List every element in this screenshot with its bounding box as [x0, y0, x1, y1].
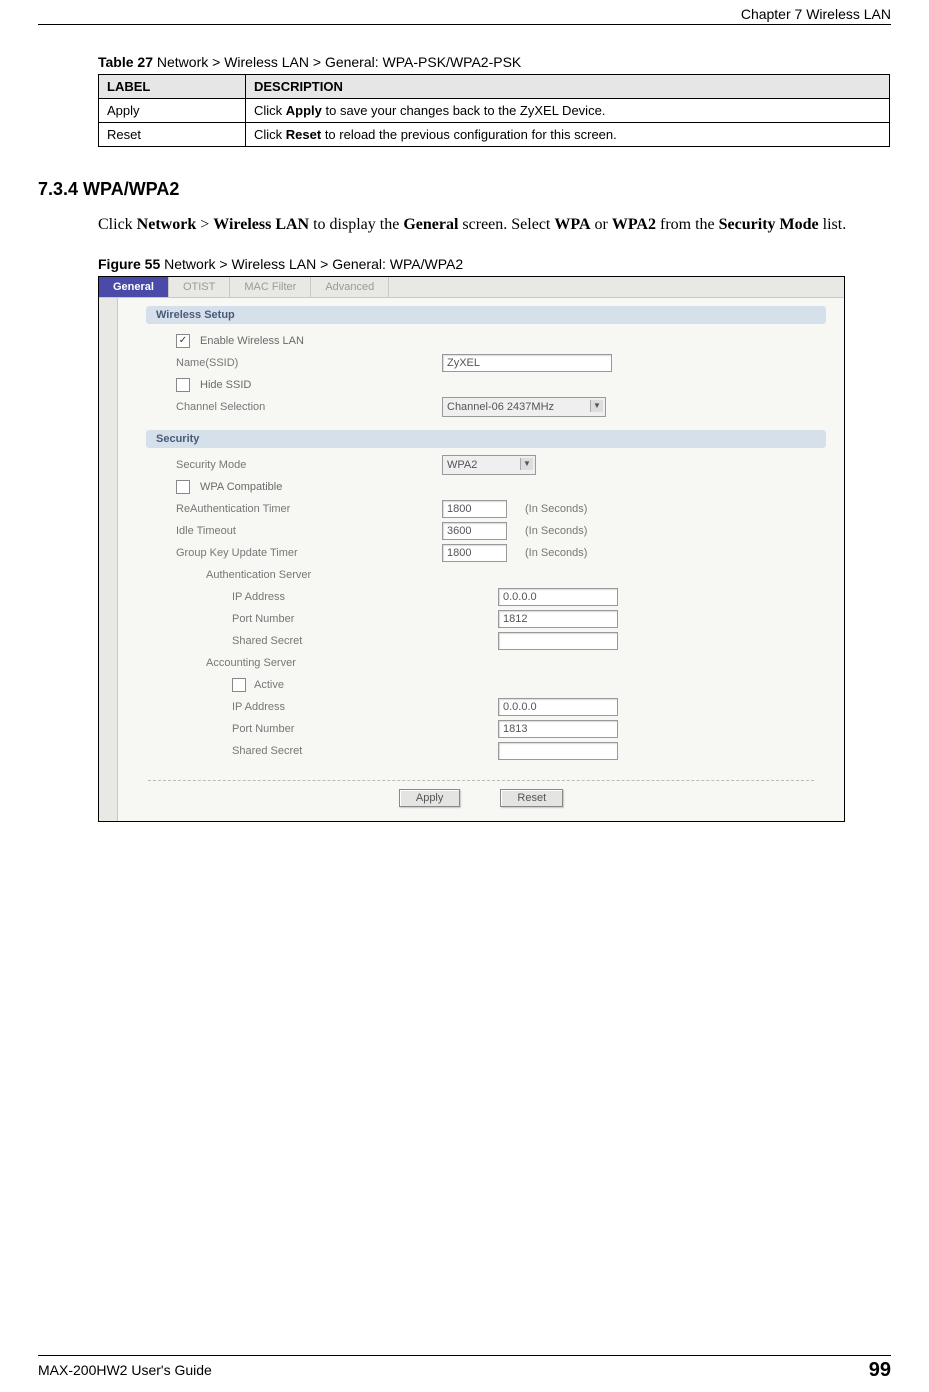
- label-reauth-timer: ReAuthentication Timer: [176, 503, 436, 515]
- select-security-mode[interactable]: WPA2: [442, 455, 536, 475]
- table-row: Reset Click Reset to reload the previous…: [99, 123, 890, 147]
- suffix-idle: (In Seconds): [525, 525, 587, 537]
- section-security: Security: [146, 430, 826, 448]
- table-27-head-label: LABEL: [99, 75, 246, 99]
- label-group-key-timer: Group Key Update Timer: [176, 547, 436, 559]
- tab-mac-filter[interactable]: MAC Filter: [230, 277, 311, 297]
- table-cell-label: Reset: [99, 123, 246, 147]
- checkbox-acct-active[interactable]: [232, 678, 246, 692]
- tab-general[interactable]: General: [99, 277, 169, 297]
- input-idle-timeout[interactable]: 3600: [442, 522, 507, 540]
- table-27-caption: Table 27 Network > Wireless LAN > Genera…: [98, 54, 889, 70]
- chapter-header: Chapter 7 Wireless LAN: [741, 6, 891, 22]
- input-auth-port[interactable]: 1812: [498, 610, 618, 628]
- label-channel: Channel Selection: [176, 401, 436, 413]
- input-ssid[interactable]: ZyXEL: [442, 354, 612, 372]
- label-acct-server: Accounting Server: [176, 657, 466, 669]
- figure-55-screenshot: General OTIST MAC Filter Advanced Wirele…: [98, 276, 845, 822]
- table-27: LABEL DESCRIPTION Apply Click Apply to s…: [98, 74, 890, 147]
- footer-rule: [38, 1355, 891, 1356]
- label-auth-port: Port Number: [176, 613, 492, 625]
- figure-55-caption: Figure 55 Network > Wireless LAN > Gener…: [98, 256, 889, 272]
- figure-55-caption-text: Network > Wireless LAN > General: WPA/WP…: [160, 256, 463, 272]
- input-auth-secret[interactable]: [498, 632, 618, 650]
- label-acct-active: Active: [254, 679, 284, 691]
- table-27-caption-text: Network > Wireless LAN > General: WPA-PS…: [153, 54, 521, 70]
- table-cell-label: Apply: [99, 99, 246, 123]
- footer-guide-name: MAX-200HW2 User's Guide: [38, 1362, 212, 1378]
- label-wpa-compatible: WPA Compatible: [200, 481, 282, 493]
- input-acct-ip[interactable]: 0.0.0.0: [498, 698, 618, 716]
- input-group-key-timer[interactable]: 1800: [442, 544, 507, 562]
- sidebar-stub: [99, 298, 118, 821]
- label-hide-ssid: Hide SSID: [200, 379, 251, 391]
- header-rule: [38, 24, 891, 25]
- label-auth-secret: Shared Secret: [176, 635, 492, 647]
- tab-bar: General OTIST MAC Filter Advanced: [99, 277, 844, 298]
- checkbox-enable-wlan[interactable]: ✓: [176, 334, 190, 348]
- table-27-caption-bold: Table 27: [98, 54, 153, 70]
- section-paragraph: Click Network > Wireless LAN to display …: [98, 214, 889, 236]
- table-27-head-desc: DESCRIPTION: [246, 75, 890, 99]
- apply-button[interactable]: Apply: [399, 789, 461, 807]
- label-ssid: Name(SSID): [176, 357, 436, 369]
- table-cell-desc: Click Reset to reload the previous confi…: [246, 123, 890, 147]
- checkbox-hide-ssid[interactable]: [176, 378, 190, 392]
- table-row: Apply Click Apply to save your changes b…: [99, 99, 890, 123]
- input-reauth-timer[interactable]: 1800: [442, 500, 507, 518]
- label-idle-timeout: Idle Timeout: [176, 525, 436, 537]
- separator: [148, 780, 814, 781]
- label-enable-wlan: Enable Wireless LAN: [200, 335, 304, 347]
- tab-otist[interactable]: OTIST: [169, 277, 230, 297]
- suffix-gkey: (In Seconds): [525, 547, 587, 559]
- section-wireless-setup: Wireless Setup: [146, 306, 826, 324]
- label-acct-ip: IP Address: [176, 701, 492, 713]
- input-acct-port[interactable]: 1813: [498, 720, 618, 738]
- select-channel[interactable]: Channel-06 2437MHz: [442, 397, 606, 417]
- input-auth-ip[interactable]: 0.0.0.0: [498, 588, 618, 606]
- input-acct-secret[interactable]: [498, 742, 618, 760]
- footer-page-number: 99: [869, 1359, 891, 1382]
- label-security-mode: Security Mode: [176, 459, 436, 471]
- label-acct-port: Port Number: [176, 723, 492, 735]
- checkbox-wpa-compatible[interactable]: [176, 480, 190, 494]
- tab-advanced[interactable]: Advanced: [311, 277, 389, 297]
- reset-button[interactable]: Reset: [500, 789, 563, 807]
- label-auth-server: Authentication Server: [176, 569, 466, 581]
- label-auth-ip: IP Address: [176, 591, 492, 603]
- figure-55-caption-bold: Figure 55: [98, 256, 160, 272]
- label-acct-secret: Shared Secret: [176, 745, 492, 757]
- table-cell-desc: Click Apply to save your changes back to…: [246, 99, 890, 123]
- suffix-reauth: (In Seconds): [525, 503, 587, 515]
- section-heading-7-3-4: 7.3.4 WPA/WPA2: [38, 179, 889, 200]
